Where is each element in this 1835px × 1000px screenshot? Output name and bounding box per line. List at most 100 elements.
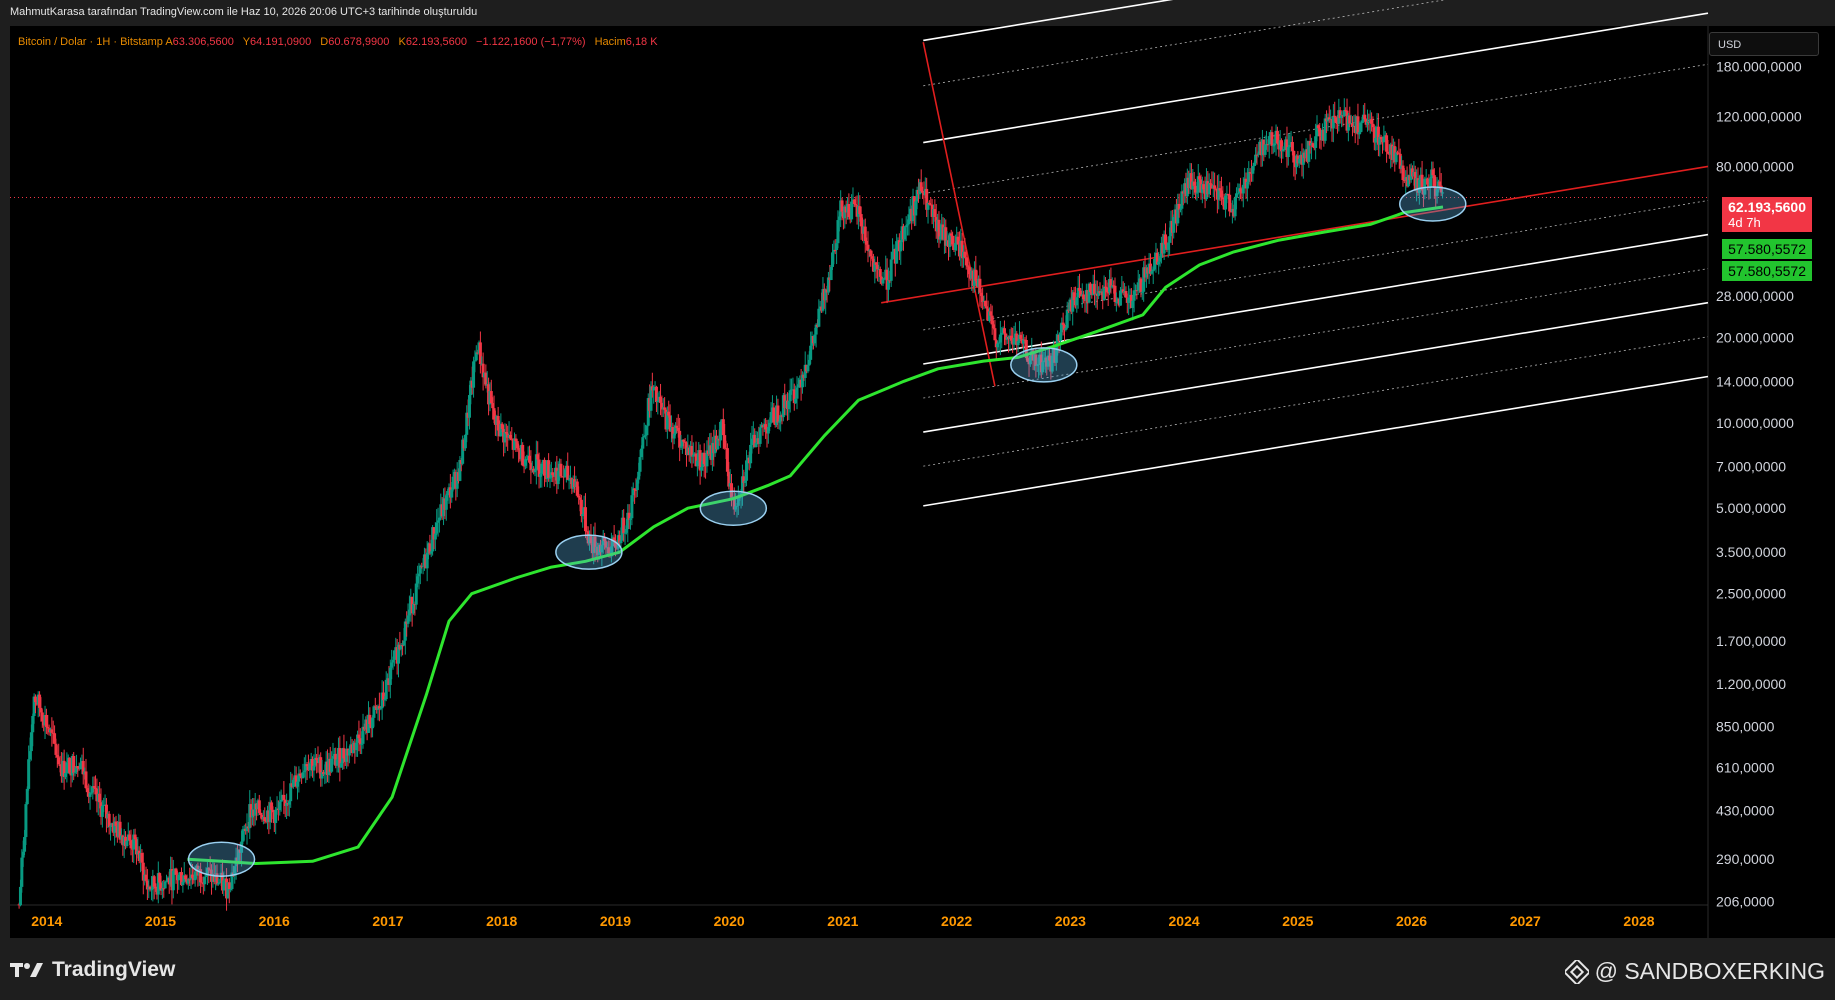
channel-line-6	[923, 200, 1709, 331]
x-tick-label-8: 2022	[941, 913, 972, 929]
x-tick-label-6: 2020	[714, 913, 745, 929]
candle-body-953	[1318, 128, 1322, 137]
regression-mid-line	[881, 165, 1709, 304]
channel-line-11	[923, 375, 1709, 507]
y-tick-label-16: 290,0000	[1716, 851, 1775, 867]
candle-body-385	[543, 459, 547, 476]
x-tick-label-9: 2023	[1055, 913, 1086, 929]
x-tick-label-1: 2015	[145, 913, 176, 929]
y-tick-label-11: 1.700,0000	[1716, 633, 1786, 649]
change-value: −1.122,1600 (−1,77%)	[476, 36, 586, 48]
moving-average-line	[187, 205, 1444, 865]
y-tick-label-2: 80.000,0000	[1716, 158, 1794, 174]
candle-body-106	[162, 888, 166, 890]
candle-body-578	[806, 365, 810, 372]
x-tick-label-5: 2019	[600, 913, 631, 929]
ma-value-tag-1: 57.580,5572	[1722, 239, 1812, 259]
y-tick-label-7: 7.000,0000	[1716, 459, 1786, 475]
y-tick-label-6: 10.000,0000	[1716, 415, 1794, 431]
candle-body-17	[40, 712, 44, 722]
channel-line-3	[923, 0, 1174, 42]
y-tick-label-0: 180.000,0000	[1716, 58, 1802, 74]
x-tick-label-2: 2016	[259, 913, 290, 929]
candle-body-107	[163, 881, 167, 889]
candle-body-7	[27, 759, 31, 789]
y-tick-label-12: 1.200,0000	[1716, 676, 1786, 692]
close-label: K	[398, 36, 406, 48]
candle-body-136	[203, 876, 207, 885]
y-tick-label-15: 430,0000	[1716, 803, 1775, 819]
high-label: Y	[242, 36, 251, 48]
open-label: A	[165, 36, 173, 48]
candle-body-79	[125, 840, 129, 847]
x-tick-label-13: 2027	[1510, 913, 1541, 929]
last-price-tag: 62.193,5600 4d 7h	[1722, 197, 1812, 232]
candle-body-729	[1012, 337, 1016, 345]
highlight-ellipse-0	[187, 841, 256, 877]
y-tick-label-14: 610,0000	[1716, 760, 1775, 776]
y-tick-label-8: 5.000,0000	[1716, 500, 1786, 516]
candle-body-933	[1290, 142, 1294, 151]
channel-line-2	[923, 0, 1447, 87]
candle-body-543	[758, 427, 762, 444]
high-value: 64.191,0900	[250, 36, 312, 48]
author-signature: @ SANDBOXERKING	[1564, 958, 1825, 985]
candle-body-154	[227, 882, 231, 890]
candle-body-631	[878, 269, 882, 277]
ma-value-tag-2: 57.580,5572	[1722, 261, 1812, 281]
y-tick-label-13: 850,0000	[1716, 719, 1775, 735]
y-tick-label-17: 206,0000	[1716, 893, 1775, 909]
x-tick-label-3: 2017	[372, 913, 403, 929]
price-chart[interactable]: 180.000,0000 120.000,0000 80.000,0000 28.00…	[0, 0, 1835, 938]
y-tick-label-10: 2.500,0000	[1716, 586, 1786, 602]
ohlc-legend: Bitcoin / Dolar · 1H · Bitstamp A63.306,…	[18, 36, 664, 48]
y-tick-label-5: 14.000,0000	[1716, 373, 1794, 389]
candle-body-260	[372, 706, 376, 718]
candle-body-6	[25, 788, 29, 805]
highlight-ellipse-2	[699, 490, 768, 526]
binance-logo-icon	[1564, 959, 1589, 984]
currency-selector[interactable]: USD	[1709, 32, 1819, 56]
candle-body-780	[1082, 294, 1086, 300]
candle-body-570	[795, 387, 799, 399]
candle-body-639	[889, 259, 893, 281]
low-value: 60.678,9900	[328, 36, 390, 48]
tradingview-logo-icon	[10, 963, 43, 977]
candle-body-441	[619, 540, 623, 544]
candle-body-633	[881, 279, 885, 284]
y-tick-label-3: 28.000,0000	[1716, 288, 1794, 304]
candle-body-457	[641, 437, 645, 449]
candle-body-5	[24, 804, 28, 838]
x-tick-label-4: 2018	[486, 913, 517, 929]
author-name: @ SANDBOXERKING	[1594, 958, 1825, 984]
y-tick-label-9: 3.500,0000	[1716, 544, 1786, 560]
candle-body-66	[107, 813, 111, 827]
candle-body-455	[638, 457, 642, 472]
bar-countdown: 4d 7h	[1728, 215, 1761, 230]
x-tick-label-14: 2028	[1623, 913, 1654, 929]
candle-body-643	[895, 241, 899, 264]
highlight-ellipse-4	[1399, 186, 1467, 222]
candle-body-460	[645, 425, 649, 436]
footer-bar	[0, 938, 1835, 1000]
x-tick-label-10: 2024	[1169, 913, 1200, 929]
volume-label: Hacim	[594, 36, 626, 48]
x-tick-label-7: 2021	[827, 913, 858, 929]
highlight-ellipse-3	[1010, 347, 1078, 383]
channel-line-1	[923, 12, 1709, 144]
candle-body-269	[384, 679, 388, 700]
candle-body-930	[1286, 146, 1290, 158]
x-tick-label-0: 2014	[31, 913, 62, 929]
close-value: 62.193,5600	[405, 36, 467, 48]
x-tick-label-11: 2025	[1282, 913, 1313, 929]
volume-value: 6,18 K	[625, 36, 658, 48]
candle-body-275	[392, 650, 396, 660]
y-tick-label-1: 120.000,0000	[1716, 108, 1802, 124]
highlight-ellipse-1	[555, 534, 623, 570]
last-price-value: 62.193,5600	[1728, 199, 1806, 215]
open-value: 63.306,5600	[172, 36, 234, 48]
x-tick-label-12: 2026	[1396, 913, 1427, 929]
brand-name: TradingView	[52, 958, 176, 981]
symbol-label: Bitcoin / Dolar · 1H · Bitstamp	[18, 36, 163, 48]
tradingview-brand[interactable]: TradingView	[10, 958, 175, 982]
